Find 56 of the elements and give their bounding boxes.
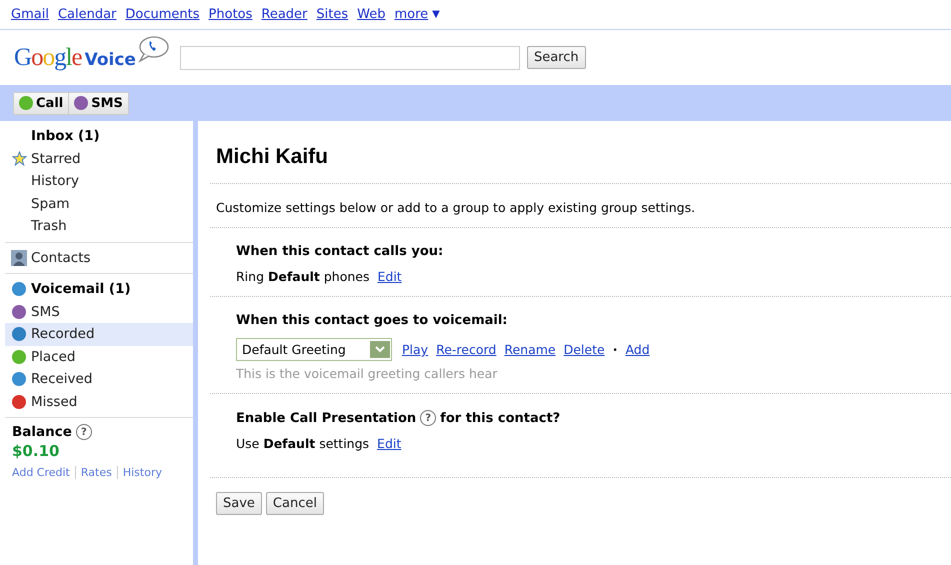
nav-link[interactable]: Reader: [261, 7, 308, 22]
search-button[interactable]: Search: [526, 46, 586, 69]
nav-link[interactable]: Calendar: [58, 7, 116, 22]
balance-link[interactable]: History: [116, 466, 167, 479]
balance-link[interactable]: Add Credit: [12, 466, 75, 479]
setting-text: Ring Default phones: [236, 269, 370, 284]
logo: GoogleVoice: [14, 44, 136, 72]
nav-link[interactable]: Documents: [125, 7, 200, 22]
action-button[interactable]: SMS: [69, 92, 128, 114]
balance-label: Balance: [12, 424, 72, 440]
nav-link[interactable]: Gmail: [11, 7, 49, 22]
section-heading: When this contact goes to voicemail:: [236, 313, 509, 328]
sidebar-item[interactable]: Starred: [5, 148, 193, 170]
setting-text: Use Default settings: [236, 436, 370, 451]
nav-link[interactable]: Photos: [208, 7, 252, 22]
section-heading: When this contact calls you:: [236, 244, 444, 259]
sidebar-item[interactable]: Recorded: [5, 323, 193, 346]
greeting-dropdown[interactable]: Default Greeting: [236, 338, 392, 361]
greeting-link[interactable]: Delete: [564, 342, 605, 357]
form-button[interactable]: Save: [216, 492, 262, 515]
sidebar-item[interactable]: Trash: [5, 215, 193, 238]
intro-text: Customize settings below or add to a group to apply existing group settings.: [216, 200, 696, 215]
greeting-link[interactable]: Rename: [504, 342, 556, 357]
nav-link[interactable]: more: [394, 7, 428, 22]
add-link[interactable]: Add: [625, 342, 650, 357]
separator-dot: ·: [612, 342, 618, 357]
sidebar-item[interactable]: Contacts: [5, 246, 193, 269]
greeting-link[interactable]: Re-record: [436, 342, 496, 357]
person-icon: [11, 250, 27, 266]
nav-link[interactable]: Sites: [316, 7, 348, 22]
greeting-link[interactable]: Play: [402, 342, 428, 357]
section-heading: for this contact?: [440, 410, 560, 426]
sidebar-item[interactable]: Received: [5, 368, 193, 390]
sidebar-item[interactable]: Missed: [5, 390, 193, 413]
form-button[interactable]: Cancel: [266, 492, 324, 515]
sidebar-item[interactable]: Placed: [5, 346, 193, 368]
star-icon: [12, 151, 26, 166]
balance-link[interactable]: Rates: [74, 466, 117, 479]
balance-amount: $0.10: [12, 442, 60, 460]
nav-link[interactable]: Web: [357, 7, 386, 22]
edit-link[interactable]: Edit: [377, 436, 402, 451]
sidebar-item[interactable]: SMS: [5, 300, 193, 323]
edit-link[interactable]: Edit: [378, 269, 402, 284]
hint-text: This is the voicemail greeting callers hear: [236, 366, 498, 381]
help-icon[interactable]: ?: [76, 424, 92, 440]
help-icon[interactable]: ?: [420, 410, 436, 426]
sidebar-item[interactable]: Voicemail (1): [5, 278, 193, 300]
sidebar-item[interactable]: Inbox (1): [5, 125, 193, 148]
phone-bubble-icon: [136, 34, 170, 64]
sidebar-item[interactable]: Spam: [5, 192, 193, 215]
caret-icon: ▼: [432, 9, 440, 20]
section-heading: Enable Call Presentation: [236, 410, 416, 426]
action-button[interactable]: Call: [14, 92, 70, 114]
search-field[interactable]: [180, 46, 520, 70]
contact-name: Michi Kaifu: [210, 121, 951, 184]
sidebar-item[interactable]: History: [5, 170, 193, 192]
